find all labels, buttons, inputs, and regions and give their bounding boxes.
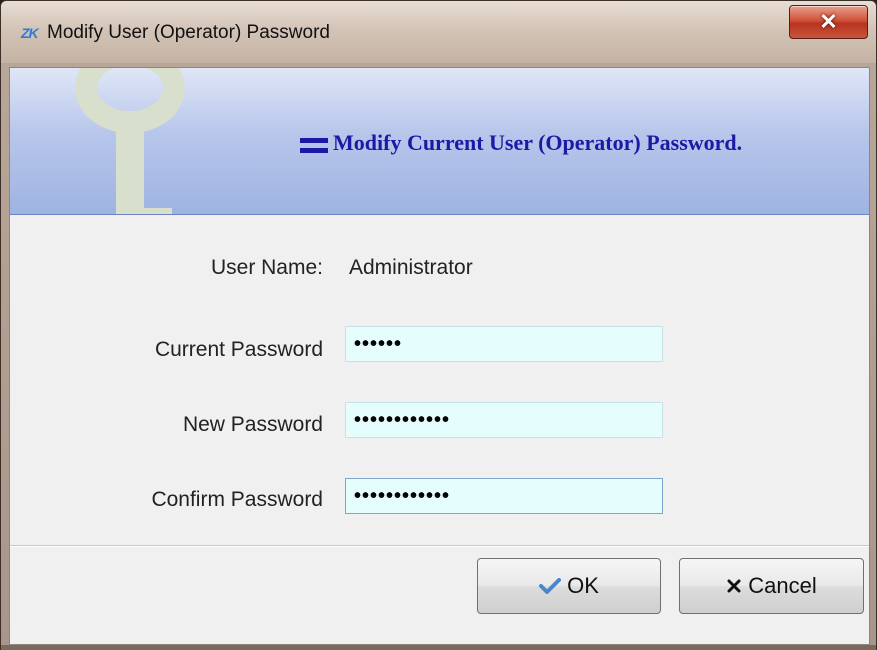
- zk-app-icon: ZK: [21, 25, 39, 41]
- close-x-icon: [726, 578, 742, 594]
- cancel-button[interactable]: Cancel: [679, 558, 864, 614]
- check-icon: [539, 578, 562, 594]
- header-banner: Modify Current User (Operator) Password.: [10, 68, 869, 215]
- equals-mark-icon: [300, 138, 328, 154]
- title-bar[interactable]: ZK Modify User (Operator) Password ✕: [1, 1, 876, 63]
- window-title: Modify User (Operator) Password: [47, 22, 330, 43]
- new-password-label: New Password: [182, 413, 323, 436]
- user-name-value: Administrator: [349, 256, 473, 279]
- ok-button-label: OK: [567, 573, 599, 598]
- ok-button[interactable]: OK: [477, 558, 661, 614]
- window-frame-bottom: [1, 645, 876, 650]
- close-button[interactable]: ✕: [789, 5, 868, 39]
- new-password-field[interactable]: ••••••••••••: [345, 402, 663, 438]
- current-password-field[interactable]: ••••••: [345, 326, 663, 362]
- close-icon: ✕: [819, 9, 838, 34]
- dialog-client-area: Modify Current User (Operator) Password.…: [9, 67, 870, 645]
- current-password-label: Current Password: [154, 338, 323, 361]
- dialog-window: ZK Modify User (Operator) Password ✕ Mod…: [0, 0, 877, 650]
- confirm-password-label: Confirm Password: [151, 488, 323, 511]
- key-icon: [75, 68, 185, 214]
- confirm-password-field[interactable]: ••••••••••••: [345, 478, 663, 514]
- banner-heading: Modify Current User (Operator) Password.: [333, 130, 743, 155]
- user-name-label: User Name:: [210, 256, 323, 279]
- cancel-button-label: Cancel: [748, 573, 817, 598]
